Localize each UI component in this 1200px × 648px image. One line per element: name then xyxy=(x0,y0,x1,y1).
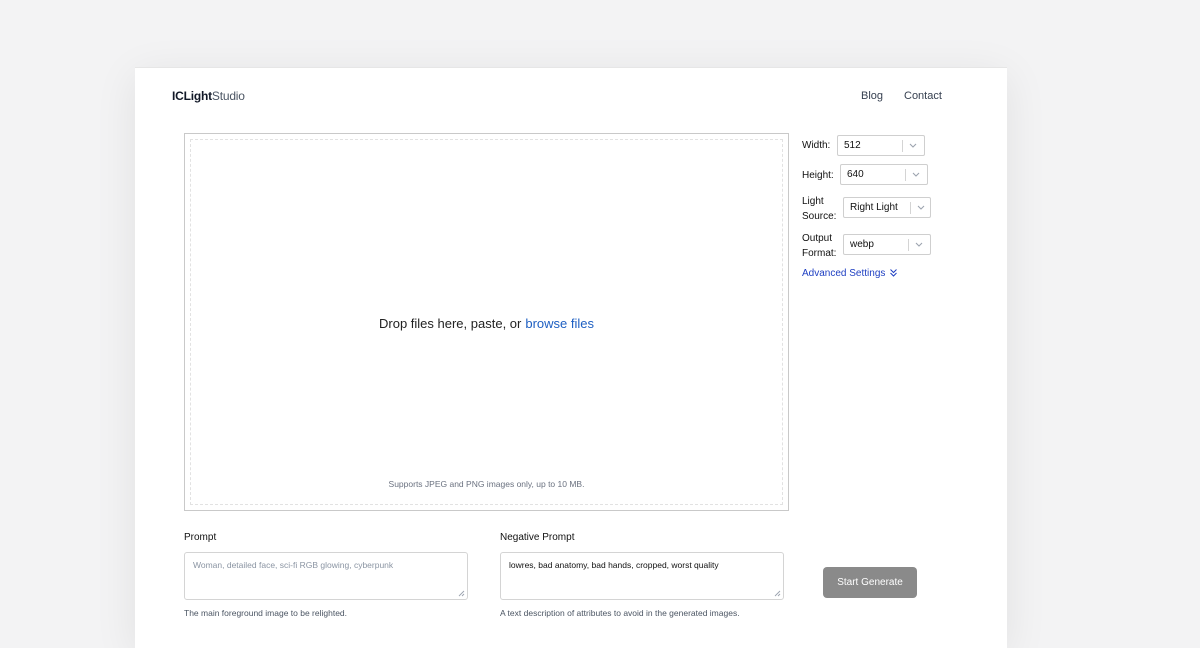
dropzone-lead-text: Drop files here, paste, or xyxy=(379,316,522,331)
browse-files-link[interactable]: browse files xyxy=(525,316,594,331)
output-format-value: webp xyxy=(850,239,874,250)
dropzone-instructions: Drop files here, paste, or browse files xyxy=(185,316,788,331)
start-generate-button[interactable]: Start Generate xyxy=(823,567,917,598)
chevron-down-icon xyxy=(908,139,918,151)
output-format-label-line1: Output xyxy=(802,233,833,244)
output-format-select[interactable]: webp xyxy=(843,234,931,255)
light-source-label-line2: Source: xyxy=(802,211,837,222)
double-chevron-down-icon xyxy=(890,269,898,278)
upload-support-note: Supports JPEG and PNG images only, up to… xyxy=(388,479,585,489)
resize-grip-icon[interactable] xyxy=(458,590,465,597)
light-source-label-line1: Light xyxy=(802,196,824,207)
height-value: 640 xyxy=(847,169,864,180)
prompt-label: Prompt xyxy=(184,532,217,543)
height-select[interactable]: 640 xyxy=(840,164,928,185)
logo[interactable]: ICLightStudio xyxy=(172,89,245,103)
advanced-settings-label: Advanced Settings xyxy=(802,268,886,279)
nav-contact-link[interactable]: Contact xyxy=(904,90,942,102)
file-dropzone[interactable]: Drop files here, paste, or browse files S… xyxy=(184,133,789,511)
height-label: Height: xyxy=(802,170,834,181)
negative-prompt-value: lowres, bad anatomy, bad hands, cropped,… xyxy=(509,560,719,570)
light-source-label: Light Source: xyxy=(802,194,836,224)
select-separator xyxy=(902,140,903,152)
output-format-label-line2: Format: xyxy=(802,248,837,259)
select-separator xyxy=(910,202,911,214)
light-source-select[interactable]: Right Light xyxy=(843,197,931,218)
select-separator xyxy=(908,239,909,251)
light-source-value: Right Light xyxy=(850,202,898,213)
prompt-placeholder: Woman, detailed face, sci-fi RGB glowing… xyxy=(193,560,394,570)
width-label: Width: xyxy=(802,140,831,151)
nav-blog-link[interactable]: Blog xyxy=(861,90,883,102)
select-separator xyxy=(905,169,906,181)
chevron-down-icon xyxy=(916,201,926,213)
negative-prompt-textarea[interactable]: lowres, bad anatomy, bad hands, cropped,… xyxy=(500,552,784,600)
output-format-label: Output Format: xyxy=(802,231,836,261)
width-value: 512 xyxy=(844,140,861,151)
negative-prompt-help-text: A text description of attributes to avoi… xyxy=(500,608,740,618)
width-select[interactable]: 512 xyxy=(837,135,925,156)
resize-grip-icon[interactable] xyxy=(774,590,781,597)
negative-prompt-label: Negative Prompt xyxy=(500,532,575,543)
advanced-settings-toggle[interactable]: Advanced Settings xyxy=(802,268,898,279)
chevron-down-icon xyxy=(911,168,921,180)
prompt-help-text: The main foreground image to be relighte… xyxy=(184,608,348,618)
logo-bold: ICLight xyxy=(172,89,212,103)
app-card: ICLightStudio Blog Contact Drop files he… xyxy=(135,67,1007,648)
logo-light: Studio xyxy=(211,89,245,103)
prompt-textarea[interactable]: Woman, detailed face, sci-fi RGB glowing… xyxy=(184,552,468,600)
chevron-down-icon xyxy=(914,238,924,250)
